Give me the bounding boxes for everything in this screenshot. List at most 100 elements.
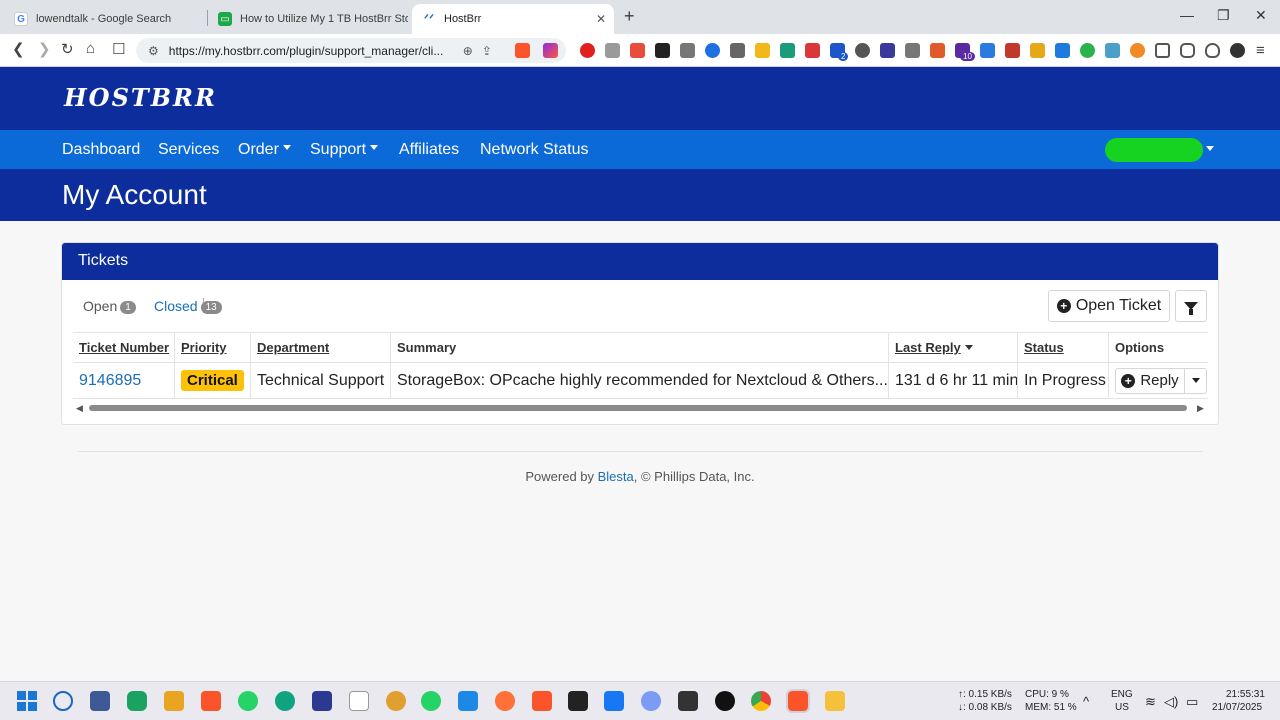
whatsapp-icon[interactable] <box>421 691 441 711</box>
bolt-app-icon[interactable] <box>164 691 184 711</box>
ticket-number-link[interactable]: 9146895 <box>79 372 141 390</box>
whatsapp-icon[interactable] <box>238 691 258 711</box>
brave-active-icon[interactable] <box>786 689 810 713</box>
scroll-left-icon[interactable]: ◀ <box>76 403 83 414</box>
opera-ext-icon[interactable] <box>580 43 595 58</box>
new-tab-button[interactable]: + <box>624 6 635 27</box>
wordpress-ext-icon[interactable] <box>855 43 870 58</box>
ext-icon[interactable] <box>630 43 645 58</box>
brave-rewards-icon[interactable] <box>543 43 558 58</box>
wallet-icon[interactable] <box>1230 43 1245 58</box>
pen-ext-icon[interactable] <box>655 43 670 58</box>
notes-app-icon[interactable] <box>90 691 110 711</box>
ticket-number-cell[interactable]: 9146895 <box>73 363 174 398</box>
restore-icon[interactable]: ❐ <box>1217 7 1230 24</box>
screenshot-icon[interactable] <box>1155 43 1170 58</box>
clock-date[interactable]: 21/07/2025 <box>1212 702 1262 714</box>
x-app-icon[interactable] <box>568 691 588 711</box>
brave-shields-icon[interactable] <box>515 43 530 58</box>
open-ticket-button[interactable]: + Open Ticket <box>1048 290 1170 322</box>
gemini-icon[interactable] <box>641 691 661 711</box>
col-ticket-number[interactable]: Ticket Number <box>73 333 174 362</box>
tab-hostbrr[interactable]: ᐟᐟ HostBrr ✕ <box>412 4 614 34</box>
ext-icon[interactable] <box>1030 43 1045 58</box>
col-last-reply[interactable]: Last Reply <box>888 333 1017 362</box>
filter-button[interactable] <box>1175 290 1207 322</box>
col-department[interactable]: Department <box>250 333 390 362</box>
reload-icon[interactable]: ↻ <box>61 40 74 58</box>
file-explorer-icon[interactable] <box>825 691 845 711</box>
tab-google-search[interactable]: G lowendtalk - Google Search <box>4 4 204 34</box>
reply-dropdown-toggle[interactable] <box>1185 367 1207 394</box>
ext-icon[interactable] <box>1005 43 1020 58</box>
share-icon[interactable]: ⇪ <box>482 44 492 58</box>
blesta-link[interactable]: Blesta <box>598 469 634 484</box>
vpn-shield-icon[interactable] <box>1205 43 1220 58</box>
extensions-icon[interactable] <box>1180 43 1195 58</box>
address-bar[interactable]: ⚙ https://my.hostbrr.com/plugin/support_… <box>136 38 566 63</box>
close-tab-icon[interactable]: ✕ <box>596 12 606 26</box>
forward-icon[interactable]: ❯ <box>38 40 51 58</box>
minimize-icon[interactable]: — <box>1180 7 1194 23</box>
input-lang[interactable]: ENG <box>1111 689 1133 701</box>
ext-icon[interactable] <box>780 43 795 58</box>
windows-start-icon[interactable] <box>17 691 37 711</box>
nav-affiliates[interactable]: Affiliates <box>399 141 459 159</box>
brave-icon[interactable] <box>201 691 221 711</box>
filter-open[interactable]: Open 1 <box>83 298 136 315</box>
wifi-icon[interactable]: ≋ <box>1145 694 1156 710</box>
bluesky-icon[interactable] <box>604 691 624 711</box>
eye-app-icon[interactable] <box>386 691 406 711</box>
dark-app-icon[interactable] <box>678 691 698 711</box>
volume-icon[interactable]: ◁) <box>1164 694 1178 710</box>
ext-icon[interactable] <box>880 43 895 58</box>
nav-order[interactable]: Order <box>238 141 291 159</box>
nav-services[interactable]: Services <box>158 141 219 159</box>
nav-dashboard[interactable]: Dashboard <box>62 141 140 159</box>
shield-ext-icon[interactable] <box>730 43 745 58</box>
reply-button[interactable]: + Reply <box>1115 367 1185 394</box>
check-ext-icon[interactable] <box>755 43 770 58</box>
camera-ext-icon[interactable] <box>605 43 620 58</box>
zoom-icon[interactable]: ⊕ <box>463 44 473 58</box>
close-window-icon[interactable]: ✕ <box>1255 7 1267 24</box>
clock-time[interactable]: 21:55:31 <box>1226 689 1265 701</box>
filter-closed[interactable]: Closed 13 <box>154 298 222 315</box>
letter-l-icon[interactable] <box>349 691 369 711</box>
horizontal-scrollbar[interactable]: ◀ ▶ <box>73 402 1208 414</box>
brave-icon[interactable] <box>532 691 552 711</box>
menu-icon[interactable]: ≡ <box>1256 42 1265 59</box>
firefox-icon[interactable] <box>495 691 515 711</box>
ext-icon[interactable] <box>1080 43 1095 58</box>
col-status[interactable]: Status <box>1017 333 1108 362</box>
translate-ext-icon[interactable] <box>980 43 995 58</box>
scroll-right-icon[interactable]: ▶ <box>1197 403 1204 414</box>
nav-support[interactable]: Support <box>310 141 379 159</box>
back-icon[interactable]: ❮ <box>12 40 25 58</box>
recycle-ext-icon[interactable] <box>680 43 695 58</box>
gear-ext-icon[interactable] <box>905 43 920 58</box>
ext-icon[interactable] <box>705 43 720 58</box>
ext-icon[interactable] <box>1105 43 1120 58</box>
search-icon[interactable] <box>53 691 73 711</box>
battery-icon[interactable]: ▭ <box>1186 694 1198 710</box>
tab-how-to-utilize[interactable]: ▭ How to Utilize My 1 TB HostBrr Stora <box>208 4 408 34</box>
nav-network-status[interactable]: Network Status <box>480 141 588 159</box>
ext-icon[interactable] <box>805 43 820 58</box>
scrollbar-thumb[interactable] <box>89 405 1187 411</box>
ext-icon[interactable] <box>930 43 945 58</box>
chatgpt-icon[interactable] <box>715 691 735 711</box>
input-region[interactable]: US <box>1115 702 1129 714</box>
ide-icon[interactable] <box>312 691 332 711</box>
chrome-icon[interactable] <box>751 691 771 711</box>
home-icon[interactable]: ⌂ <box>86 40 95 57</box>
notepad-icon[interactable] <box>458 691 478 711</box>
site-settings-icon[interactable]: ⚙ <box>148 44 159 58</box>
chevron-up-icon[interactable]: ^ <box>1083 694 1089 709</box>
ext-icon[interactable] <box>1130 43 1145 58</box>
green-app-icon[interactable] <box>127 691 147 711</box>
grammarly-icon[interactable] <box>275 691 295 711</box>
col-priority[interactable]: Priority <box>174 333 250 362</box>
url-text[interactable]: https://my.hostbrr.com/plugin/support_ma… <box>169 44 454 58</box>
ext-icon[interactable] <box>1055 43 1070 58</box>
